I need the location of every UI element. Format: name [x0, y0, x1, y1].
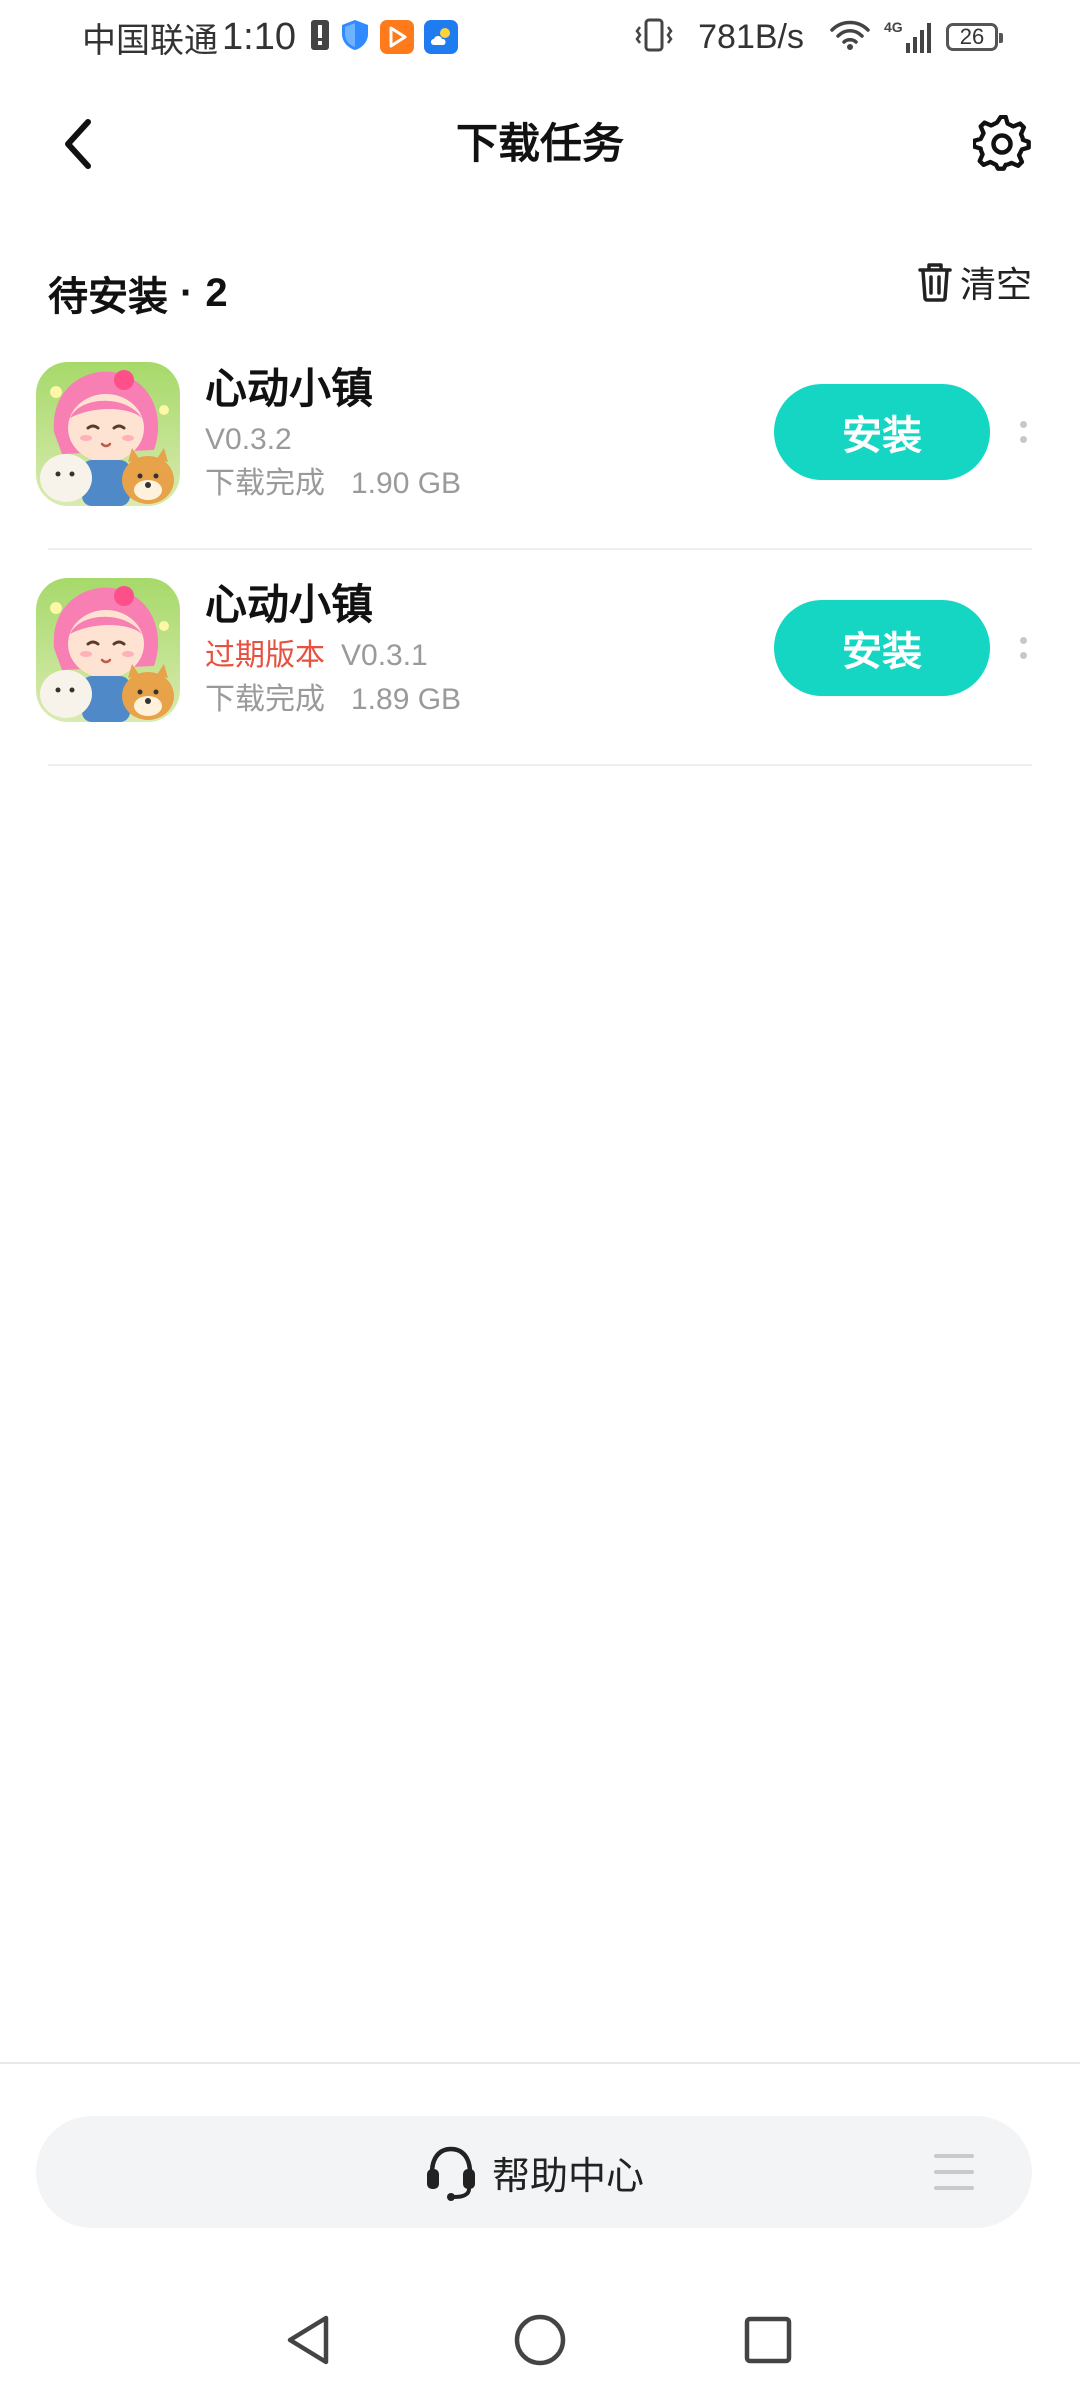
- battery-level: 26: [959, 24, 985, 49]
- headset-icon: [426, 2146, 475, 2201]
- status-bar-left: 中国联通 1:10: [82, 10, 458, 64]
- menu-icon[interactable]: [934, 2154, 974, 2190]
- nav-recents-button[interactable]: [738, 2310, 798, 2370]
- file-size: 1.90 GB: [351, 467, 462, 500]
- expired-version-tag: 过期版本: [205, 639, 325, 672]
- network-speed: 781B/s: [698, 17, 804, 56]
- gear-icon: [973, 115, 1031, 171]
- dot-icon: [1019, 652, 1027, 659]
- more-options-button[interactable]: [1010, 404, 1036, 460]
- dot-icon: [1019, 637, 1027, 644]
- help-center-button[interactable]: 帮助中心: [36, 2116, 1032, 2228]
- nav-home-button[interactable]: [510, 2310, 570, 2370]
- wifi-icon: [830, 19, 870, 56]
- section-title: 待安装 · 2: [48, 264, 228, 322]
- file-size: 1.89 GB: [351, 683, 462, 716]
- settings-button[interactable]: [968, 110, 1036, 178]
- app-info: 心动小镇 V0.3.2 下载完成 1.90 GB: [205, 362, 461, 506]
- clear-button-label: 清空: [959, 264, 1032, 305]
- status-bar-right: 781B/s 4G 26: [634, 10, 1003, 64]
- app-name: 心动小镇: [205, 365, 374, 412]
- notification-icons: [310, 19, 458, 56]
- nav-back-button[interactable]: [278, 2310, 338, 2370]
- pending-install-section-header: 待安装 · 2 清空: [0, 248, 1080, 328]
- download-list-item[interactable]: 心动小镇 过期版本 V0.3.1 下载完成 1.89 GB 安装: [0, 550, 1080, 766]
- alert-icon: [310, 19, 330, 56]
- clear-button[interactable]: 清空: [918, 256, 1032, 308]
- vibrate-icon: [634, 17, 674, 58]
- app-icon: [36, 578, 180, 722]
- system-navigation-bar: [0, 2290, 1080, 2390]
- more-options-button[interactable]: [1010, 620, 1036, 676]
- app-info: 心动小镇 过期版本 V0.3.1 下载完成 1.89 GB: [205, 578, 461, 722]
- app-version-line: 过期版本 V0.3.1: [205, 634, 461, 678]
- weather-app-icon: [423, 20, 458, 54]
- section-count: 2: [205, 270, 228, 315]
- status-bar: 中国联通 1:10 781B/s 4G 26: [0, 0, 1080, 74]
- page-title: 下载任务: [455, 120, 624, 167]
- download-status: 下载完成: [205, 683, 325, 716]
- app-status-line: 下载完成 1.90 GB: [205, 462, 461, 506]
- square-recents-icon: [744, 2316, 792, 2364]
- help-bar: 帮助中心: [36, 2116, 1032, 2228]
- download-list-item[interactable]: 心动小镇 V0.3.2 下载完成 1.90 GB 安装: [0, 334, 1080, 550]
- trash-icon: [918, 263, 952, 302]
- app-version: V0.3.1: [341, 639, 428, 672]
- install-button[interactable]: 安装: [774, 600, 990, 696]
- app-status-line: 下载完成 1.89 GB: [205, 678, 461, 722]
- app-version: V0.3.2: [205, 423, 292, 456]
- battery-icon: 26: [946, 23, 1003, 51]
- app-icon: [36, 362, 180, 506]
- section-title-separator: ·: [180, 270, 194, 315]
- triangle-back-icon: [287, 2315, 329, 2365]
- video-app-icon: [379, 20, 414, 54]
- app-version-line: V0.3.2: [205, 418, 461, 462]
- dot-icon: [1019, 436, 1027, 443]
- app-name: 心动小镇: [205, 581, 374, 628]
- download-status: 下载完成: [205, 467, 325, 500]
- install-button[interactable]: 安装: [774, 384, 990, 480]
- section-title-label: 待安装: [48, 275, 168, 319]
- dot-icon: [1019, 421, 1027, 428]
- shield-icon: [340, 19, 370, 56]
- cellular-signal-icon: 4G: [884, 19, 932, 55]
- circle-home-icon: [514, 2314, 566, 2366]
- clock-time: 1:10: [222, 15, 296, 58]
- row-divider: [48, 764, 1032, 766]
- app-header: 下载任务: [0, 96, 1080, 192]
- carrier-name: 中国联通: [82, 21, 218, 60]
- help-center-label: 帮助中心: [491, 2155, 644, 2198]
- bottom-divider: [0, 2062, 1080, 2064]
